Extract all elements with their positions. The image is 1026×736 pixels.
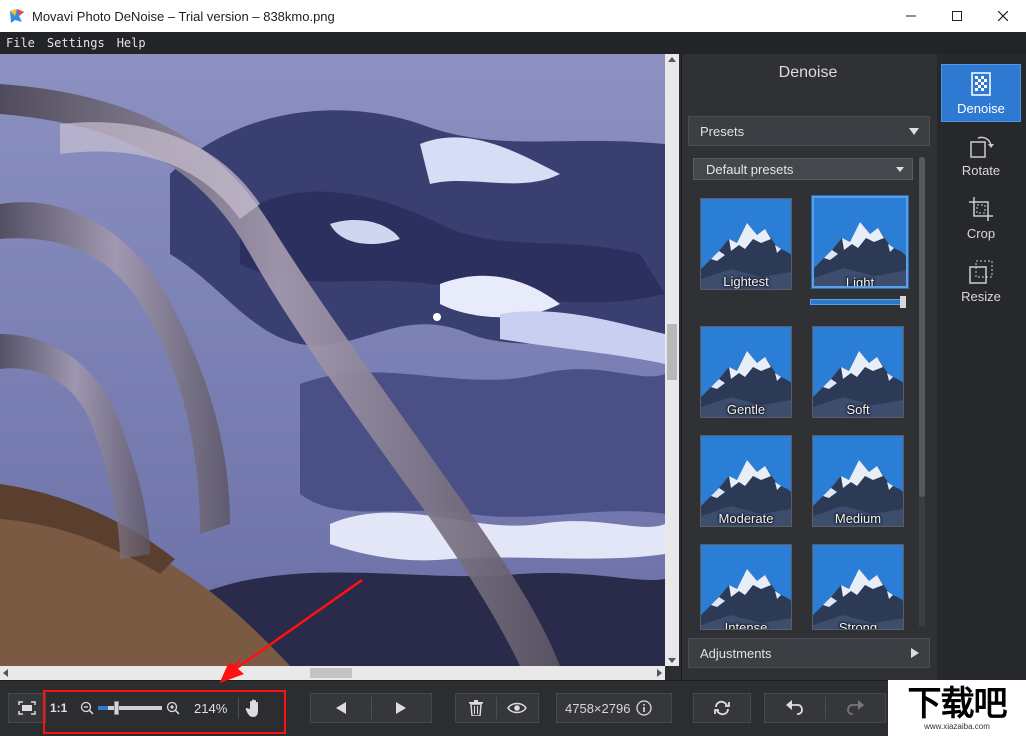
watermark: 下载吧 www.xiazaiba.com xyxy=(888,680,1026,736)
watermark-url: www.xiazaiba.com xyxy=(924,721,990,731)
watermark-text: 下载吧 xyxy=(907,683,1008,724)
annotation-arrow-icon xyxy=(220,578,363,683)
